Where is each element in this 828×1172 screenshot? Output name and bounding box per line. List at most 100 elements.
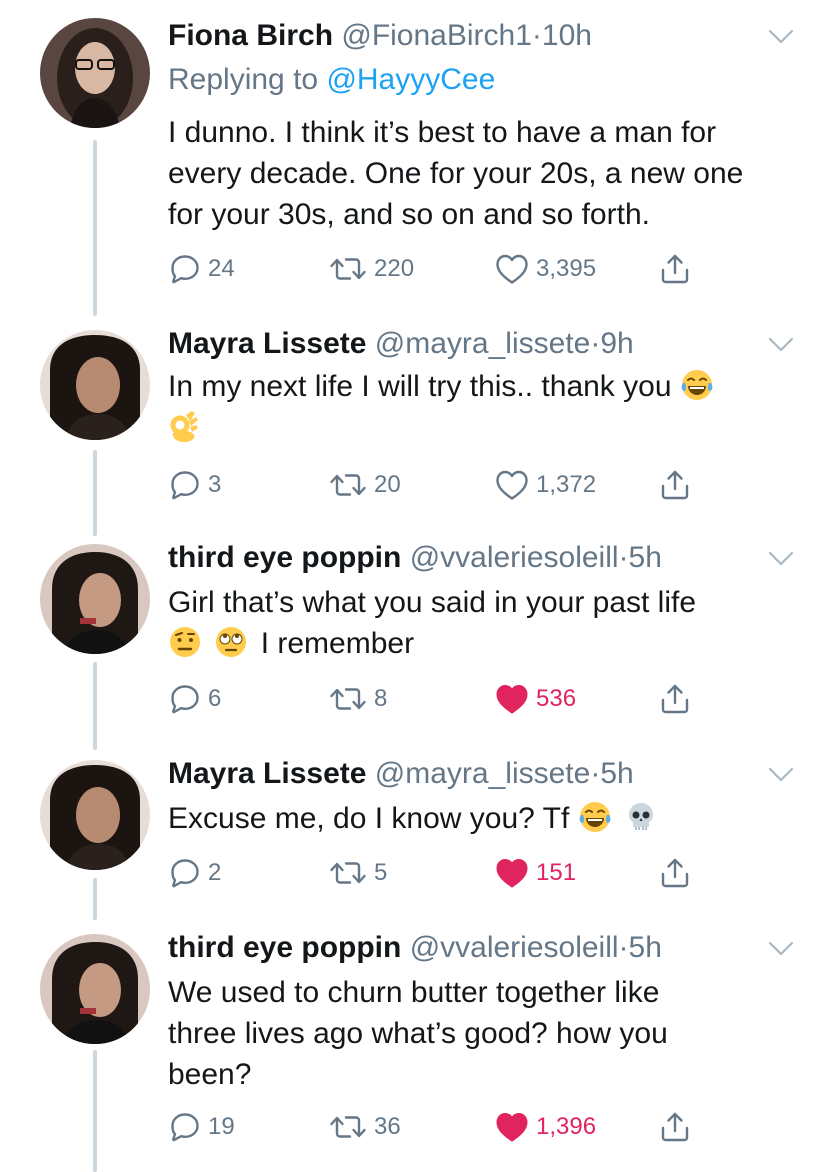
chevron-down-icon[interactable] (768, 766, 794, 784)
retweet-button[interactable]: 8 (328, 682, 387, 716)
reply-button[interactable]: 2 (168, 856, 221, 890)
like-count: 536 (536, 685, 577, 712)
share-icon (658, 856, 692, 890)
tweet-header: Mayra Lissete @mayra_lissete·9h (168, 326, 634, 362)
chevron-down-icon[interactable] (768, 550, 794, 568)
tweet-header: third eye poppin @vvaleriesoleill·5h (168, 540, 662, 576)
reply-button[interactable]: 3 (168, 468, 221, 502)
mention-link[interactable]: @HayyyCee (326, 63, 495, 96)
tweet-actions: 24 220 3,395 (168, 252, 708, 286)
tweet[interactable]: third eye poppin @vvaleriesoleill·5h Gir… (0, 540, 828, 730)
timestamp[interactable]: 9h (600, 327, 633, 360)
timestamp[interactable]: 5h (600, 757, 633, 790)
tweet-text-line: every decade. One for your 20s, a new on… (168, 157, 744, 190)
retweet-count: 20 (374, 471, 401, 498)
timestamp[interactable]: 5h (629, 541, 662, 574)
tweet-actions: 2 5 151 (168, 856, 708, 890)
user-handle[interactable]: @mayra_lissete (375, 757, 591, 790)
like-button[interactable]: 1,396 (494, 1110, 596, 1144)
chevron-down-icon[interactable] (768, 28, 794, 46)
tweet-text-segment: In my next life I will try this.. thank … (168, 370, 672, 403)
chevron-down-icon[interactable] (768, 940, 794, 958)
share-button[interactable] (658, 856, 692, 890)
tweet-text-line: In my next life I will try this.. thank … (168, 366, 798, 407)
reply-icon (168, 468, 202, 502)
avatar[interactable] (40, 18, 150, 128)
like-button[interactable]: 3,395 (494, 252, 596, 286)
tweet[interactable]: third eye poppin @vvaleriesoleill·5h We … (0, 930, 828, 1160)
tweet-actions: 6 8 536 (168, 682, 708, 716)
avatar-image (40, 760, 150, 870)
retweet-button[interactable]: 36 (328, 1110, 401, 1144)
retweet-button[interactable]: 20 (328, 468, 401, 502)
tweet-text-line: for your 30s, and so on and so forth. (168, 198, 650, 231)
timestamp[interactable]: 10h (542, 19, 592, 52)
tweet[interactable]: Mayra Lissete @mayra_lissete·5h Excuse m… (0, 756, 828, 896)
share-button[interactable] (658, 468, 692, 502)
tweet[interactable]: Mayra Lissete @mayra_lissete·9h In my ne… (0, 326, 828, 516)
tweet-header: Fiona Birch @FionaBirch1·10h (168, 18, 592, 54)
tweet-text-line: three lives ago what’s good? how you (168, 1017, 668, 1050)
display-name[interactable]: Mayra Lissete (168, 757, 366, 790)
replying-to: Replying to @HayyyCee (168, 62, 495, 98)
share-icon (658, 1110, 692, 1144)
tweet-text-line: been? (168, 1058, 252, 1091)
reply-icon (168, 682, 202, 716)
reply-count: 6 (208, 685, 222, 712)
share-button[interactable] (658, 252, 692, 286)
reply-button[interactable]: 6 (168, 682, 221, 716)
retweet-button[interactable]: 5 (328, 856, 387, 890)
avatar[interactable] (40, 760, 150, 870)
like-button[interactable]: 1,372 (494, 468, 596, 502)
reply-count: 19 (208, 1113, 235, 1140)
chevron-down-icon[interactable] (768, 336, 794, 354)
retweet-icon (328, 1110, 368, 1144)
share-icon (658, 468, 692, 502)
share-button[interactable] (658, 682, 692, 716)
share-button[interactable] (658, 1110, 692, 1144)
retweet-count: 36 (374, 1113, 401, 1140)
like-icon (494, 856, 530, 890)
reply-count: 2 (208, 859, 222, 886)
timestamp[interactable]: 5h (629, 931, 662, 964)
user-handle[interactable]: @mayra_lissete (375, 327, 591, 360)
reply-button[interactable]: 24 (168, 252, 235, 286)
display-name[interactable]: third eye poppin (168, 541, 401, 574)
tweet-text-line: We used to churn butter together like (168, 976, 660, 1009)
tweet-text-segment: Excuse me, do I know you? Tf (168, 802, 570, 835)
tweet-text: I dunno. I think it’s best to have a man… (168, 112, 798, 235)
face-with-raised-eyebrow-icon (168, 625, 202, 659)
display-name[interactable]: third eye poppin (168, 931, 401, 964)
like-count: 151 (536, 859, 577, 886)
retweet-button[interactable]: 220 (328, 252, 414, 286)
face-with-tears-of-joy-icon (578, 800, 612, 834)
tweet-text: Girl that’s what you said in your past l… (168, 582, 798, 664)
avatar[interactable] (40, 544, 150, 654)
like-count: 1,372 (536, 471, 597, 498)
tweet[interactable]: Fiona Birch @FionaBirch1·10h Replying to… (0, 18, 828, 308)
tweet-text-segment: I remember (260, 627, 415, 660)
like-button[interactable]: 151 (494, 856, 576, 890)
retweet-icon (328, 682, 368, 716)
tweet-text: Excuse me, do I know you? Tf (168, 798, 798, 839)
like-button[interactable]: 536 (494, 682, 576, 716)
retweet-icon (328, 856, 368, 890)
skull-icon (624, 800, 658, 834)
face-with-rolling-eyes-icon (214, 625, 248, 659)
like-count: 3,395 (536, 255, 597, 282)
face-with-tears-of-joy-icon (680, 368, 714, 402)
like-count: 1,396 (536, 1113, 597, 1140)
user-handle[interactable]: @vvaleriesoleill (410, 931, 619, 964)
tweet-text-line (168, 407, 798, 448)
user-handle[interactable]: @FionaBirch1 (341, 19, 532, 52)
like-icon (494, 252, 530, 286)
replying-label: Replying to (168, 63, 319, 96)
display-name[interactable]: Mayra Lissete (168, 327, 366, 360)
avatar[interactable] (40, 934, 150, 1044)
avatar[interactable] (40, 330, 150, 440)
display-name[interactable]: Fiona Birch (168, 19, 333, 52)
separator-dot: · (590, 327, 601, 360)
user-handle[interactable]: @vvaleriesoleill (410, 541, 619, 574)
reply-button[interactable]: 19 (168, 1110, 235, 1144)
tweet-text-line: Excuse me, do I know you? Tf (168, 798, 798, 839)
